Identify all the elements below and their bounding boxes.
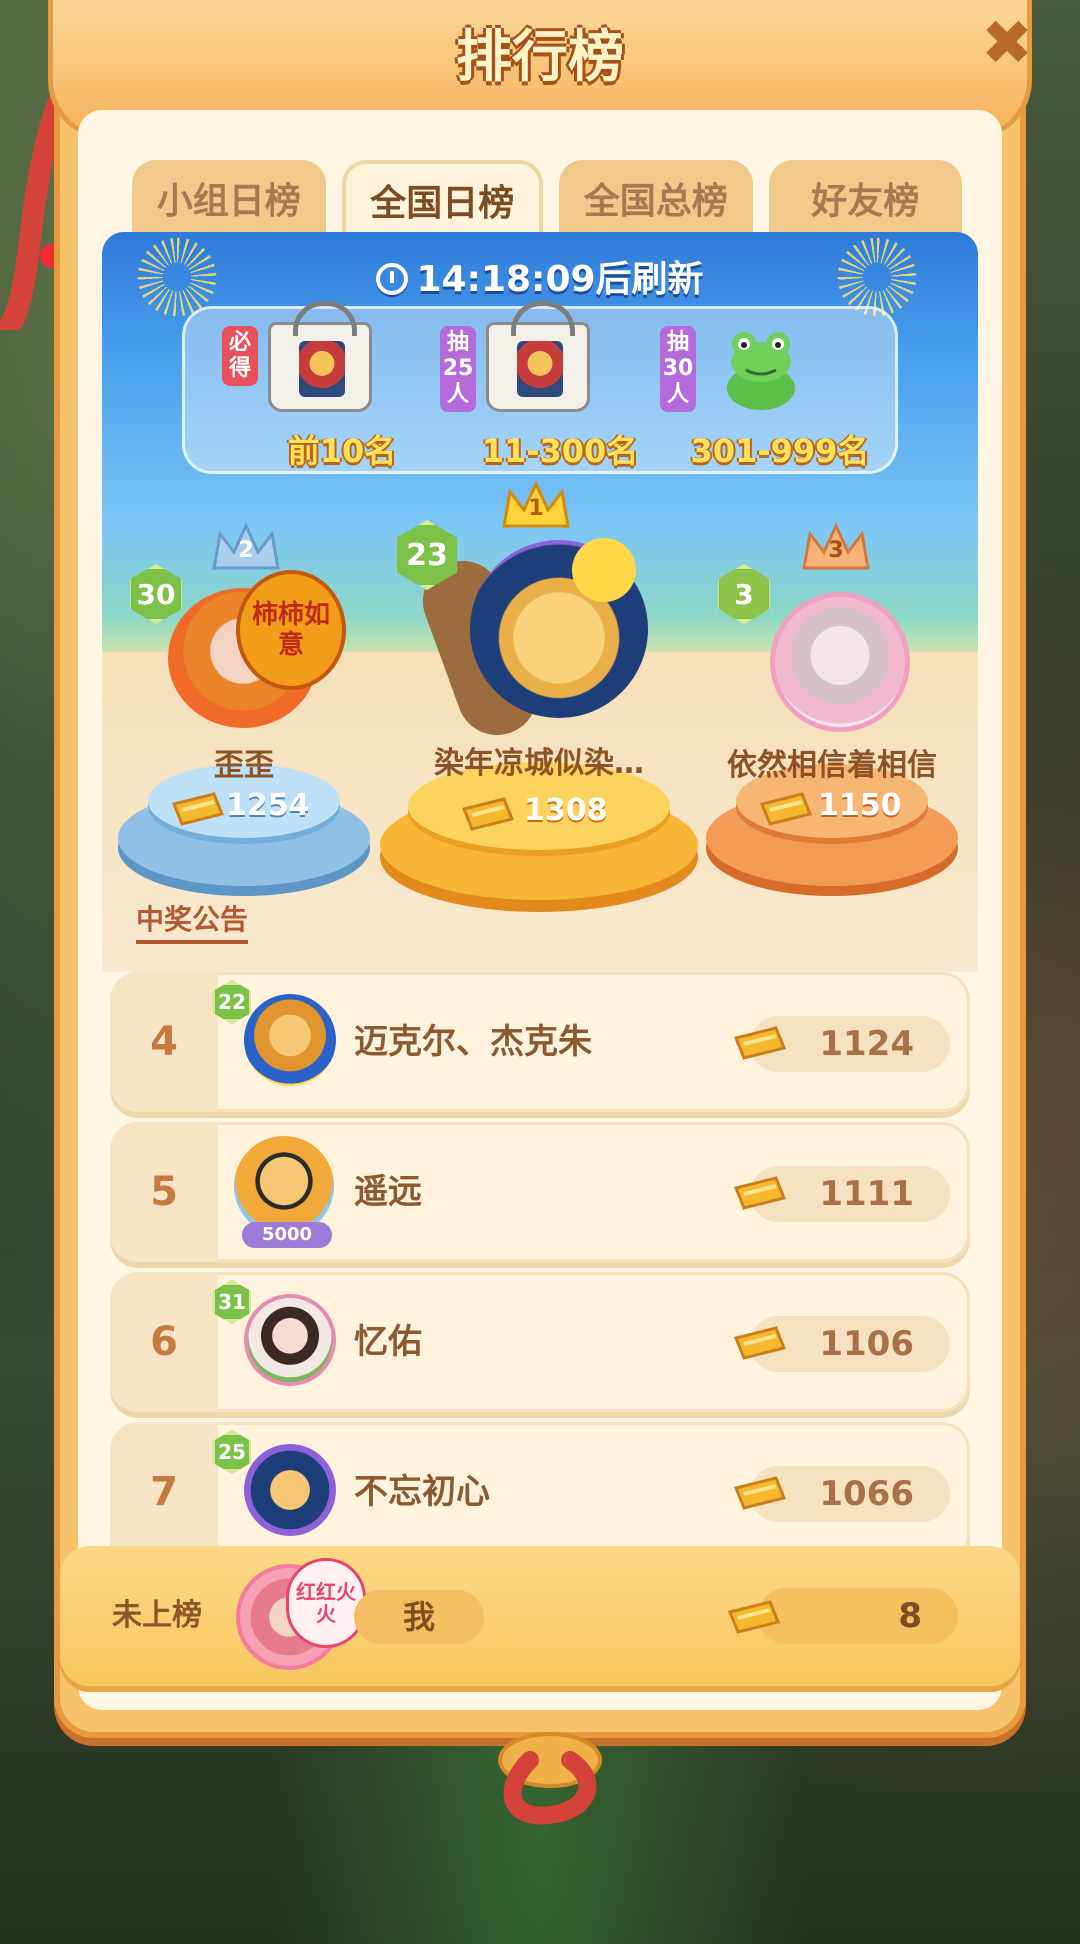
list-item[interactable]: 4 22 迈克尔、杰克朱 1124 [110,972,970,1112]
prize-tag: 抽 25 人 [440,326,476,412]
tab-national-daily[interactable]: 全国日榜 [341,160,543,235]
page-title: 排行榜 [456,25,624,90]
list-avatar[interactable] [244,1444,336,1536]
avatar-third[interactable] [770,592,910,732]
clock-icon [376,263,409,295]
gift-bag-icon [486,301,590,412]
my-rank-status: 未上榜 [112,1598,202,1633]
list-item[interactable]: 5 5000 遥远 1111 [110,1122,970,1262]
winner-announcement-link[interactable]: 中奖公告 [136,898,249,944]
prize-top10[interactable]: 必得 前10名 [222,301,422,470]
prize-301-999[interactable]: 抽 30 人 301-999名 [660,318,869,470]
rank-second: 2 [238,538,254,563]
rank-third: 3 [828,538,844,563]
list-username: 不忘初心 [354,1472,490,1512]
podium-third-score: 1150 [818,788,902,823]
podium-first-score: 1308 [524,793,608,828]
rank-number: 6 [150,1319,178,1365]
ribbon-decoration [498,1732,602,1825]
refresh-timer: 14:18:09后刷新 [0,250,1080,302]
tab-bar: 小组日榜 全国日榜 全国总榜 好友榜 [132,160,962,235]
close-button[interactable]: ✖ [972,8,1042,78]
ranking-list[interactable]: 4 22 迈克尔、杰克朱 1124 5 5000 遥远 1111 6 31 忆佑… [110,972,970,1552]
list-score: 1124 [819,1024,914,1064]
podium-first-name: 染年凉城似染… [434,746,644,781]
prize-label: 前10名 [287,432,397,470]
list-score: 1111 [819,1174,914,1214]
rank-first: 1 [528,496,544,521]
tab-national-total[interactable]: 全国总榜 [559,160,753,235]
rank-number: 4 [150,1019,178,1065]
list-username: 迈克尔、杰克朱 [354,1022,592,1062]
list-username: 遥远 [354,1172,422,1212]
podium-second-name: 歪歪 [214,748,274,783]
prize-11-300[interactable]: 抽 25 人 11-300名 [440,301,640,470]
my-ranking-row[interactable]: 未上榜 红红火火 我 8 [60,1546,1020,1686]
my-username: 我 [354,1590,484,1644]
red-fire-badge: 红红火火 [286,1558,366,1648]
podium-third-name: 依然相信着相信 [727,748,937,783]
rank-number: 5 [150,1169,178,1215]
gift-bag-icon [268,301,372,412]
moon-decoration [572,538,636,602]
list-avatar[interactable] [244,1294,336,1386]
podium-second-score: 1254 [226,788,310,823]
tab-group-daily[interactable]: 小组日榜 [132,160,326,235]
refresh-timer-text: 14:18:09后刷新 [416,259,704,300]
list-score: 1066 [819,1474,914,1514]
close-icon: ✖ [981,6,1033,79]
avatar-frame-badge: 5000 [242,1222,332,1248]
list-avatar[interactable] [234,1136,334,1236]
frog-plush-icon [727,332,795,410]
prize-label: 301-999名 [690,432,870,470]
persimmon-badge: 柿柿如意 [236,570,346,690]
gold-ingot-icon [171,792,225,826]
prize-tag: 必得 [222,326,258,386]
rank-number: 7 [150,1469,178,1515]
list-username: 忆佑 [354,1322,422,1362]
list-item[interactable]: 6 31 忆佑 1106 [110,1272,970,1412]
list-item[interactable]: 7 25 不忘初心 1066 [110,1422,970,1552]
gold-ingot-icon [461,797,515,831]
tab-friends[interactable]: 好友榜 [768,160,962,235]
prize-tag: 抽 30 人 [660,326,696,412]
prize-label: 11-300名 [481,432,639,470]
my-score: 8 [898,1596,922,1636]
list-score: 1106 [819,1324,914,1364]
list-avatar[interactable] [244,994,336,1086]
gold-ingot-icon [759,792,813,826]
